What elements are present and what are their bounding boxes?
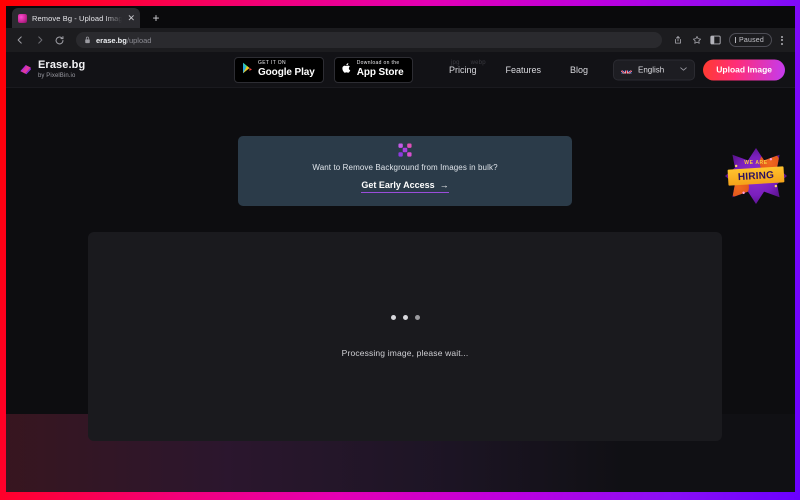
google-play-icon	[242, 61, 253, 79]
uk-flag-icon	[621, 66, 633, 74]
language-label: English	[638, 65, 665, 74]
we-are-hiring-badge[interactable]: WE ARE HIRING	[725, 148, 787, 204]
browser-menu-icon[interactable]	[775, 35, 789, 45]
browser-window: Remove Bg - Upload Images to ✕ +	[6, 6, 795, 492]
gradient-frame: Remove Bg - Upload Images to ✕ +	[0, 0, 800, 500]
site-logo[interactable]: Erase.bg by PixelBin.io	[18, 60, 85, 79]
paused-label: Paused	[739, 36, 764, 44]
lock-icon	[84, 31, 91, 49]
get-early-access-link[interactable]: Get Early Access →	[361, 180, 449, 193]
close-icon[interactable]: ✕	[127, 13, 135, 23]
nav-item-pricing[interactable]: Pricing	[449, 65, 477, 75]
loading-dots-icon	[390, 315, 420, 320]
pause-icon	[734, 37, 737, 43]
share-icon[interactable]	[670, 32, 686, 48]
nav-item-blog[interactable]: Blog	[570, 65, 588, 75]
get-early-access-label: Get Early Access	[361, 180, 435, 190]
bulk-promo-banner[interactable]: Want to Remove Background from Images in…	[238, 136, 572, 206]
pixelbin-x-icon	[398, 143, 412, 157]
page-content: Erase.bg by PixelBin.io GET IT ON Google…	[6, 52, 795, 492]
reload-icon[interactable]	[51, 32, 68, 49]
app-store-badge[interactable]: Download on the App Store	[333, 56, 413, 83]
url-domain: erase.bg	[96, 35, 127, 45]
logo-subtitle: by PixelBin.io	[38, 72, 76, 79]
new-tab-button[interactable]: +	[146, 8, 166, 28]
logo-text-block: Erase.bg by PixelBin.io	[38, 60, 85, 79]
promo-text: Want to Remove Background from Images in…	[312, 163, 498, 172]
logo-title: Erase.bg	[38, 59, 86, 72]
paused-status-badge[interactable]: Paused	[728, 33, 772, 47]
google-play-text: GET IT ON Google Play	[258, 61, 315, 78]
back-icon[interactable]	[11, 32, 28, 49]
processing-status-text: Processing image, please wait...	[341, 348, 469, 358]
apple-icon	[342, 61, 352, 79]
badge-bottom-label: Google Play	[258, 66, 315, 78]
google-play-badge[interactable]: GET IT ON Google Play	[234, 56, 324, 83]
address-bar[interactable]: erase.bg/upload	[76, 32, 662, 48]
site-nav: Pricing Features Blog	[449, 65, 588, 75]
site-header: Erase.bg by PixelBin.io GET IT ON Google…	[6, 52, 795, 88]
upload-image-button[interactable]: Upload Image	[703, 59, 785, 80]
badge-bottom-label: App Store	[356, 66, 404, 78]
erasebg-favicon	[18, 13, 27, 23]
upload-image-label: Upload Image	[716, 64, 772, 75]
nav-item-features[interactable]: Features	[506, 65, 542, 75]
header-actions: English Upload Image	[613, 59, 785, 80]
hiring-line1: WE ARE	[744, 160, 768, 166]
browser-toolbar: erase.bg/upload Paused	[6, 28, 795, 52]
tab-title: Remove Bg - Upload Images to	[32, 13, 123, 23]
app-store-text: Download on the App Store	[357, 61, 404, 78]
chevron-down-icon	[680, 66, 688, 73]
bookmark-star-icon[interactable]	[689, 32, 705, 48]
forward-icon[interactable]	[31, 32, 48, 49]
sidebar-icon[interactable]	[708, 32, 724, 48]
image-processing-canvas: Processing image, please wait...	[88, 232, 722, 441]
hiring-band: HIRING	[727, 166, 785, 186]
url-path: /upload	[126, 35, 152, 45]
url-text: erase.bg/upload	[96, 36, 151, 45]
arrow-right-icon: →	[439, 180, 449, 190]
erasebg-logo-icon	[18, 62, 33, 77]
language-selector[interactable]: English	[613, 59, 696, 80]
hiring-line2: HIRING	[737, 169, 775, 183]
tab-strip: Remove Bg - Upload Images to ✕ +	[6, 6, 795, 28]
app-store-badges: GET IT ON Google Play Download on the Ap…	[234, 56, 413, 83]
browser-tab[interactable]: Remove Bg - Upload Images to ✕	[12, 8, 140, 28]
